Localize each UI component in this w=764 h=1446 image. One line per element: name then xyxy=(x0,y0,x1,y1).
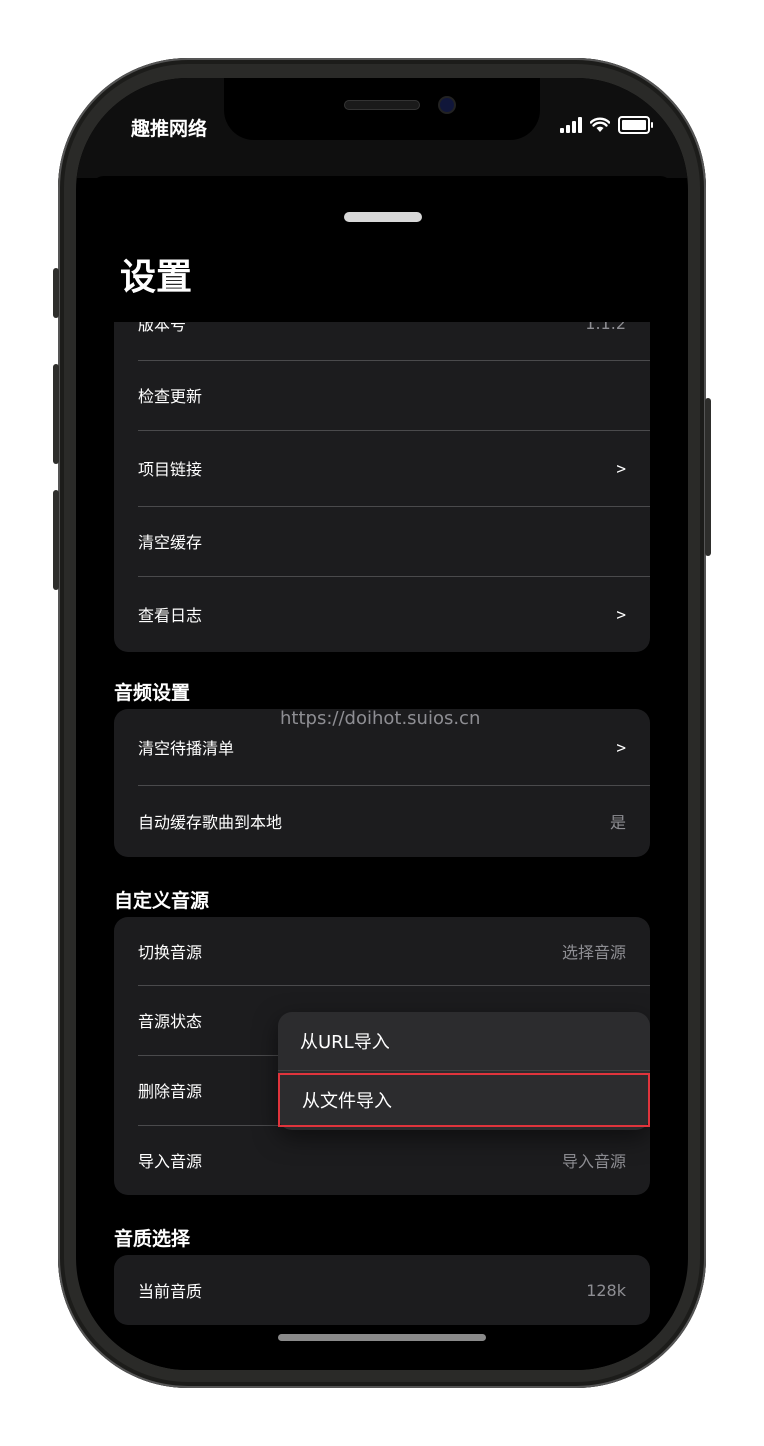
row-label: 删除音源 xyxy=(138,1082,203,1101)
row-label: 音源状态 xyxy=(138,1012,203,1031)
row-switch-source[interactable]: 切换音源 选择音源 xyxy=(114,917,650,985)
audio-group: 清空待播清单 > 自动缓存歌曲到本地 是 xyxy=(114,709,650,857)
row-value: 是 xyxy=(609,813,626,832)
row-label: 清空待播清单 xyxy=(138,739,235,758)
row-view-logs[interactable]: 查看日志 > xyxy=(114,576,650,652)
row-label: 自动缓存歌曲到本地 xyxy=(138,813,283,832)
home-indicator[interactable] xyxy=(278,1334,486,1341)
volume-down-button xyxy=(53,490,59,590)
row-current-quality[interactable]: 当前音质 128k xyxy=(114,1255,650,1325)
section-title-quality: 音质选择 xyxy=(114,1228,191,1250)
row-label: 检查更新 xyxy=(138,387,203,406)
row-auto-cache[interactable]: 自动缓存歌曲到本地 是 xyxy=(114,785,650,857)
section-title-source: 自定义音源 xyxy=(114,890,210,912)
carrier-label: 趣推网络 xyxy=(131,118,208,140)
row-label: 当前音质 xyxy=(138,1282,203,1301)
status-icons xyxy=(560,116,653,134)
chevron-right-icon: > xyxy=(616,604,626,624)
import-menu: 从URL导入 从文件导入 xyxy=(278,1012,650,1130)
menu-divider xyxy=(278,1070,650,1071)
speaker-grille xyxy=(344,100,420,110)
chevron-right-icon: > xyxy=(616,458,626,478)
wifi-icon xyxy=(590,117,610,132)
about-group-clip: 版本号 1.1.2 检查更新 项目链接 > 清空缓存 查看日志 > xyxy=(76,322,688,652)
signal-icon xyxy=(560,117,582,133)
row-value: 1.1.2 xyxy=(585,322,626,333)
row-label: 导入音源 xyxy=(138,1152,203,1171)
section-title-audio: 音频设置 xyxy=(114,682,191,704)
quality-group: 当前音质 128k xyxy=(114,1255,650,1325)
power-button xyxy=(705,398,711,556)
row-value: 128k xyxy=(586,1280,626,1300)
row-version: 版本号 1.1.2 xyxy=(114,322,650,360)
row-label: 查看日志 xyxy=(138,606,203,625)
row-label: 切换音源 xyxy=(138,943,203,962)
row-value: 选择音源 xyxy=(561,943,626,962)
row-clear-cache[interactable]: 清空缓存 xyxy=(114,506,650,576)
row-label: 项目链接 xyxy=(138,460,203,479)
about-group: 版本号 1.1.2 检查更新 项目链接 > 清空缓存 查看日志 > xyxy=(114,322,650,652)
chevron-right-icon: > xyxy=(616,737,626,757)
volume-up-button xyxy=(53,364,59,464)
row-import-source[interactable]: 导入音源 导入音源 xyxy=(114,1125,650,1195)
sheet-grabber[interactable] xyxy=(344,212,422,222)
row-value: 导入音源 xyxy=(561,1152,626,1171)
row-label: 版本号 xyxy=(138,322,187,334)
row-label: 清空缓存 xyxy=(138,533,203,552)
page-title: 设置 xyxy=(120,257,193,298)
battery-icon xyxy=(618,116,653,134)
screen: 趣推网络 设置 版本号 1.1.2 检查更新 项目链接 > 清空缓存 查看日志 … xyxy=(76,78,688,1370)
row-project-link[interactable]: 项目链接 > xyxy=(114,430,650,506)
menu-item-import-file[interactable]: 从文件导入 xyxy=(278,1073,650,1127)
watermark-text: https://doihot.suios.cn xyxy=(280,708,481,729)
mute-switch xyxy=(53,268,59,318)
menu-item-import-url[interactable]: 从URL导入 xyxy=(278,1012,650,1070)
front-camera xyxy=(440,98,454,112)
row-check-update[interactable]: 检查更新 xyxy=(114,360,650,430)
